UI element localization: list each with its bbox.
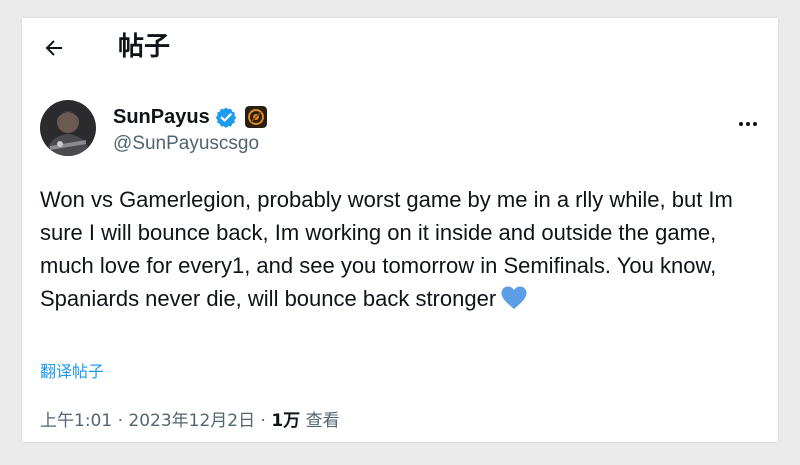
blue-heart-icon xyxy=(501,286,527,309)
org-badge-icon[interactable] xyxy=(244,106,267,128)
page-title: 帖子 xyxy=(118,32,171,62)
translate-post-link[interactable]: 翻译帖子 xyxy=(40,358,104,382)
post-date[interactable]: 2023年12月2日 xyxy=(128,411,255,431)
view-label: 查看 xyxy=(300,411,340,431)
more-options-button[interactable] xyxy=(730,106,766,142)
author-info: SunPayus @SunPayuscsgo xyxy=(113,104,267,155)
display-name[interactable]: SunPayus xyxy=(113,106,210,129)
back-button[interactable] xyxy=(38,32,70,64)
arrow-left-icon xyxy=(45,40,62,56)
post-text: Won vs Gamerlegion, probably worst game … xyxy=(40,183,770,315)
post-body: Won vs Gamerlegion, probably worst game … xyxy=(40,187,733,311)
more-dots-icon xyxy=(739,122,757,126)
avatar[interactable] xyxy=(40,100,96,156)
view-count: 1万 xyxy=(271,411,301,431)
name-row: SunPayus xyxy=(113,104,267,130)
meta-separator: · xyxy=(112,411,129,431)
post-time[interactable]: 上午1:01 xyxy=(40,411,112,431)
avatar-icon xyxy=(40,100,96,156)
post-meta: 上午1:01 · 2023年12月2日 · 1万 查看 xyxy=(40,406,340,431)
post-card: 帖子 SunPayus @SunPayuscsgo Won vs Gamerle… xyxy=(22,18,778,442)
verified-badge-icon[interactable] xyxy=(215,106,237,128)
user-handle[interactable]: @SunPayuscsgo xyxy=(113,133,267,155)
header-bar: 帖子 xyxy=(22,18,778,76)
meta-separator-2: · xyxy=(255,411,272,431)
